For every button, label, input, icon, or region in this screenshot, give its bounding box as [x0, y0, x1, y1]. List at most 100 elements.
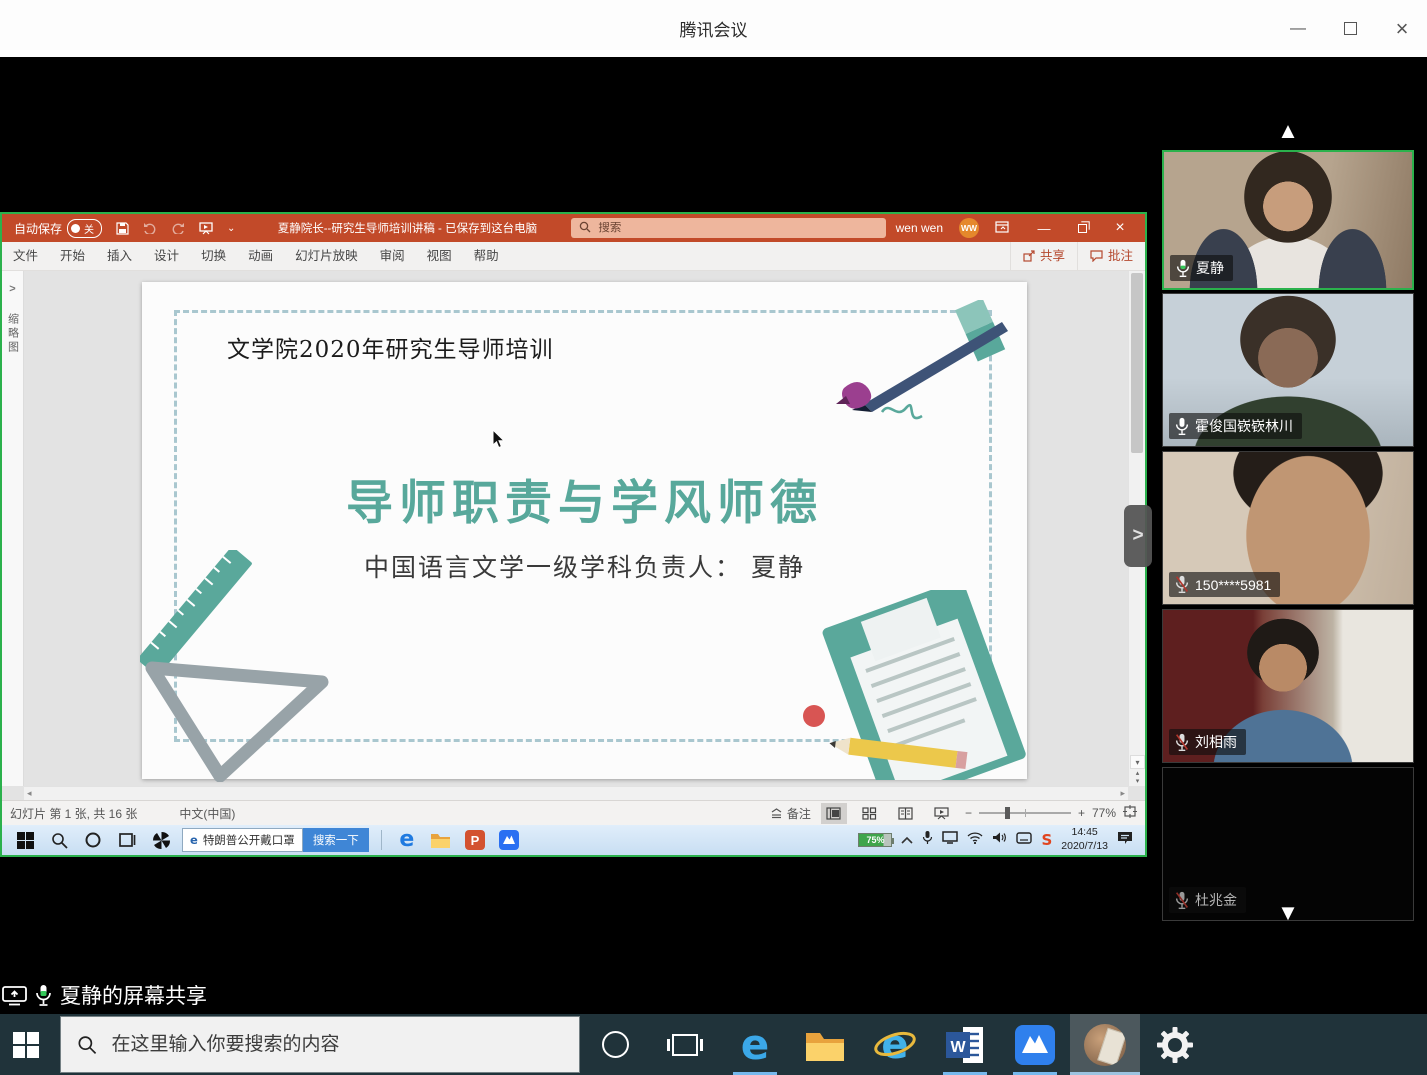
shared-powerpoint-icon[interactable]: P — [458, 825, 492, 855]
redo-icon[interactable] — [171, 222, 185, 234]
cortana-icon[interactable] — [76, 825, 110, 855]
clock[interactable]: 14:45 2020/7/13 — [1061, 826, 1108, 853]
ppt-editor-area: > 缩略图 文学院2020年研究生导师培训 导师职责与学风师德 中国语言文学一级… — [2, 271, 1145, 800]
taskview-button[interactable] — [650, 1014, 720, 1075]
scrollbar-thumb[interactable] — [1131, 273, 1143, 453]
scroll-participants-up-icon[interactable]: ▲ — [1277, 118, 1299, 144]
zoom-slider[interactable] — [979, 812, 1071, 814]
tab-slideshow[interactable]: 幻灯片放映 — [284, 242, 369, 271]
tray-input-icon[interactable] — [1016, 831, 1032, 849]
shared-taskview-icon[interactable] — [110, 825, 144, 855]
scroll-right-icon[interactable]: ▸ — [1120, 788, 1125, 799]
internet-explorer-button[interactable]: e — [860, 1014, 930, 1075]
save-icon[interactable] — [116, 222, 129, 235]
video-tile-liuxiangyu[interactable]: 刘相雨 — [1162, 609, 1414, 763]
battery-indicator[interactable]: 75% — [858, 833, 892, 847]
tab-transitions[interactable]: 切换 — [190, 242, 237, 271]
tray-expand-icon[interactable] — [901, 831, 913, 849]
tab-view[interactable]: 视图 — [416, 242, 463, 271]
tab-review[interactable]: 审阅 — [369, 242, 416, 271]
settings-button[interactable] — [1140, 1014, 1210, 1075]
news-headline[interactable]: 特朗普公开戴口罩 — [203, 832, 295, 848]
sogou-input-icon[interactable]: S — [1041, 831, 1052, 849]
slideshow-view-button[interactable] — [929, 803, 955, 824]
taskbar-search-input[interactable] — [111, 1034, 563, 1056]
shared-search-icon[interactable] — [42, 825, 76, 855]
shared-explorer-icon[interactable] — [424, 825, 458, 855]
video-tile-150[interactable]: 150****5981 — [1162, 451, 1414, 605]
tab-home[interactable]: 开始 — [49, 242, 96, 271]
file-explorer-button[interactable] — [790, 1014, 860, 1075]
slideshow-icon[interactable] — [199, 222, 213, 235]
scroll-down-icon[interactable]: ▾ — [1130, 755, 1145, 769]
ppt-minimize-button[interactable]: — — [1025, 214, 1063, 242]
tray-mic-icon[interactable] — [922, 830, 933, 850]
comments-button[interactable]: 批注 — [1077, 242, 1145, 271]
tab-design[interactable]: 设计 — [143, 242, 190, 271]
expand-thumbnails-icon[interactable]: > — [9, 283, 15, 295]
search-go-button[interactable]: 搜索一下 — [303, 828, 369, 852]
svg-text:W: W — [950, 1039, 966, 1056]
previous-slide-button[interactable]: ▴ — [1136, 772, 1140, 777]
reading-view-button[interactable] — [893, 803, 919, 824]
pinwheel-app-icon[interactable] — [144, 825, 178, 855]
ppt-close-button[interactable]: × — [1101, 214, 1139, 242]
share-button[interactable]: 共享 — [1010, 242, 1077, 271]
horizontal-scrollbar[interactable]: ◂ ▸ — [24, 786, 1128, 800]
scroll-participants-down-icon[interactable]: ▼ — [1277, 900, 1299, 926]
tray-volume-icon[interactable] — [992, 831, 1007, 849]
shared-meeting-icon[interactable] — [492, 825, 526, 855]
ppt-search-box[interactable] — [571, 218, 886, 238]
notes-button[interactable]: 备注 — [770, 805, 811, 822]
shared-edge-icon[interactable]: e — [390, 825, 424, 855]
normal-view-button[interactable] — [821, 803, 847, 824]
tab-animations[interactable]: 动画 — [237, 242, 284, 271]
ppt-search-input[interactable] — [598, 222, 878, 234]
ribbon-display-options-icon[interactable] — [995, 221, 1009, 236]
tab-file[interactable]: 文件 — [2, 242, 49, 271]
word-button[interactable]: W — [930, 1014, 1000, 1075]
thumbnails-panel-collapsed[interactable]: > 缩略图 — [2, 271, 24, 786]
video-tile-duzhaojin[interactable]: 杜兆金 — [1162, 767, 1414, 921]
close-button[interactable]: × — [1391, 18, 1413, 40]
slide-canvas[interactable]: 文学院2020年研究生导师培训 导师职责与学风师德 中国语言文学一级学科负责人：… — [142, 282, 1027, 779]
tray-display-icon[interactable] — [942, 831, 958, 849]
tray-wifi-icon[interactable] — [967, 831, 983, 849]
customize-toolbar-icon[interactable]: ⌄ — [227, 223, 235, 234]
language-indicator[interactable]: 中文(中国) — [179, 805, 235, 822]
minimize-button[interactable]: — — [1287, 18, 1309, 40]
maximize-button[interactable] — [1339, 18, 1361, 40]
tab-insert[interactable]: 插入 — [96, 242, 143, 271]
next-slide-button[interactable]: ▾ — [1136, 780, 1140, 785]
zoom-in-button[interactable]: + — [1078, 806, 1085, 820]
avatar[interactable]: WW — [959, 218, 979, 238]
ie-news-search-box[interactable]: e 特朗普公开戴口罩 搜索一下 — [182, 828, 369, 852]
collapse-panel-button[interactable]: > — [1124, 505, 1152, 567]
zoom-out-button[interactable]: − — [965, 806, 972, 820]
start-button[interactable] — [0, 1014, 52, 1075]
active-app-button[interactable] — [1070, 1014, 1140, 1075]
thumbnails-label: 缩略图 — [5, 313, 21, 355]
cortana-button[interactable] — [580, 1014, 650, 1075]
undo-icon[interactable] — [143, 222, 157, 234]
video-tile-xiajing[interactable]: 夏静 — [1162, 150, 1414, 290]
tab-help[interactable]: 帮助 — [463, 242, 510, 271]
scroll-left-icon[interactable]: ◂ — [27, 788, 32, 799]
video-tile-huojunguo[interactable]: 霍俊国嵚嵚林川 — [1162, 293, 1414, 447]
ppt-statusbar: 幻灯片 第 1 张, 共 16 张 中文(中国) 备注 — [2, 800, 1145, 825]
zoom-level[interactable]: 77% — [1092, 806, 1116, 820]
edge-button[interactable]: e — [720, 1014, 790, 1075]
tencent-meeting-button[interactable] — [1000, 1014, 1070, 1075]
notification-center-icon[interactable] — [1117, 831, 1133, 850]
participant-name: 杜兆金 — [1195, 890, 1237, 910]
share-banner-text: 夏静的屏幕共享 — [60, 980, 207, 1010]
fit-to-window-icon[interactable] — [1123, 805, 1137, 821]
slide-sorter-view-button[interactable] — [857, 803, 883, 824]
account-name[interactable]: wen wen — [896, 221, 943, 235]
shared-start-button[interactable] — [8, 825, 42, 855]
mic-muted-icon — [1175, 733, 1189, 752]
autosave-toggle[interactable]: 自动保存 关 — [14, 219, 102, 238]
ppt-restore-button[interactable] — [1063, 214, 1101, 242]
taskbar-search-box[interactable] — [60, 1016, 580, 1073]
zoom-slider-thumb[interactable] — [1005, 807, 1010, 819]
